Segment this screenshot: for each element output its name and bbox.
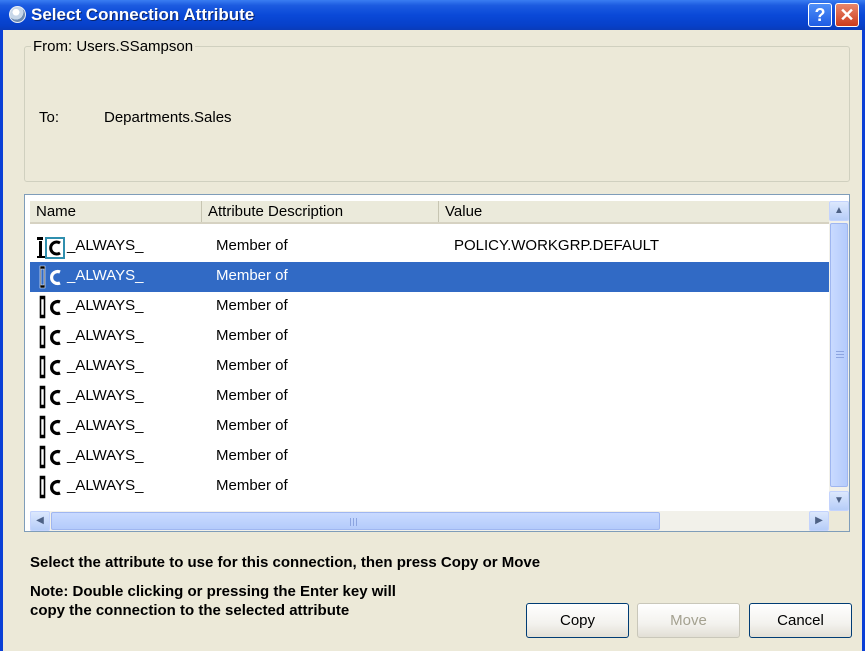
move-button[interactable]: Move bbox=[637, 603, 740, 638]
note-line: copy the connection to the selected attr… bbox=[30, 602, 350, 619]
scrollbar-corner bbox=[829, 511, 849, 531]
row-description: Member of bbox=[216, 477, 288, 494]
cancel-button[interactable]: Cancel bbox=[749, 603, 852, 638]
table-row[interactable]: _ALWAYS_ Member of bbox=[30, 262, 829, 292]
row-name: _ALWAYS_ bbox=[67, 387, 144, 404]
thumb-grip bbox=[836, 357, 844, 358]
thumb-grip bbox=[350, 518, 351, 526]
row-description: Member of bbox=[216, 387, 288, 404]
dialog-window: Select Connection Attribute ? ✕ From: Us… bbox=[0, 0, 865, 651]
table-row[interactable]: _ALWAYS_ Member of POLICY.WORKGRP.DEFAULT bbox=[30, 232, 829, 262]
row-name: _ALWAYS_ bbox=[67, 447, 144, 464]
table-row[interactable]: _ALWAYS_ Member of bbox=[30, 412, 829, 442]
title-bar[interactable]: Select Connection Attribute ? ✕ bbox=[0, 0, 865, 30]
table-row[interactable]: _ALWAYS_ Member of bbox=[30, 442, 829, 472]
scroll-right-button[interactable]: ▶ bbox=[809, 511, 829, 531]
attribute-connection-icon bbox=[36, 474, 66, 500]
scroll-left-button[interactable]: ◀ bbox=[30, 511, 50, 531]
scroll-down-button[interactable]: ▼ bbox=[829, 491, 849, 511]
table-row[interactable]: _ALWAYS_ Member of bbox=[30, 352, 829, 382]
to-value: Departments.Sales bbox=[104, 109, 232, 126]
attribute-connection-icon bbox=[36, 414, 66, 440]
row-description: Member of bbox=[216, 417, 288, 434]
row-name: _ALWAYS_ bbox=[67, 477, 144, 494]
row-name: _ALWAYS_ bbox=[67, 267, 144, 284]
table-row[interactable]: _ALWAYS_ Member of bbox=[30, 322, 829, 352]
row-description: Member of bbox=[216, 267, 288, 284]
table-row[interactable]: _ALWAYS_ Member of bbox=[30, 382, 829, 412]
row-name: _ALWAYS_ bbox=[67, 417, 144, 434]
row-name: _ALWAYS_ bbox=[67, 357, 144, 374]
from-value: Users.SSampson bbox=[76, 38, 194, 55]
to-label: To: bbox=[39, 109, 60, 126]
attribute-connection-icon bbox=[36, 444, 66, 470]
column-header-name[interactable]: Name bbox=[30, 201, 202, 222]
attribute-connection-icon bbox=[36, 264, 66, 290]
row-value: POLICY.WORKGRP.DEFAULT bbox=[454, 237, 660, 254]
row-description: Member of bbox=[216, 447, 288, 464]
row-name: _ALWAYS_ bbox=[67, 297, 144, 314]
attribute-connection-icon bbox=[36, 324, 66, 350]
instruction-text: Select the attribute to use for this con… bbox=[30, 554, 541, 571]
thumb-grip bbox=[353, 518, 354, 526]
column-header-value[interactable]: Value bbox=[439, 201, 829, 222]
table-row[interactable]: _ALWAYS_ Member of bbox=[30, 472, 829, 502]
from-line: From: Users.SSampson bbox=[31, 38, 196, 55]
app-globe-icon bbox=[9, 6, 26, 23]
row-description: Member of bbox=[216, 237, 288, 254]
thumb-grip bbox=[356, 518, 357, 526]
horizontal-scroll-thumb[interactable] bbox=[51, 512, 660, 530]
attribute-list[interactable]: Name Attribute Description Value _ALWAYS… bbox=[24, 194, 850, 532]
horizontal-scrollbar[interactable]: ◀ ▶ bbox=[30, 511, 829, 531]
row-name: _ALWAYS_ bbox=[67, 327, 144, 344]
attribute-link-icon bbox=[36, 234, 66, 260]
attribute-connection-icon bbox=[36, 384, 66, 410]
vertical-scroll-thumb[interactable] bbox=[830, 223, 848, 487]
thumb-grip bbox=[836, 351, 844, 352]
attribute-connection-icon bbox=[36, 294, 66, 320]
note-line: Note: Double clicking or pressing the En… bbox=[30, 583, 396, 600]
column-header-description[interactable]: Attribute Description bbox=[202, 201, 439, 222]
table-row[interactable]: _ALWAYS_ Member of bbox=[30, 292, 829, 322]
note-text: Note: Double clicking or pressing the En… bbox=[30, 582, 500, 620]
attribute-connection-icon bbox=[36, 354, 66, 380]
list-header: Name Attribute Description Value bbox=[30, 201, 829, 224]
thumb-grip bbox=[836, 354, 844, 355]
scroll-up-button[interactable]: ▲ bbox=[829, 201, 849, 221]
close-button[interactable]: ✕ bbox=[835, 3, 859, 27]
vertical-scrollbar[interactable]: ▲ ▼ bbox=[829, 201, 849, 511]
row-description: Member of bbox=[216, 357, 288, 374]
row-name: _ALWAYS_ bbox=[67, 237, 144, 254]
row-description: Member of bbox=[216, 297, 288, 314]
row-description: Member of bbox=[216, 327, 288, 344]
from-label: From: bbox=[33, 38, 73, 55]
copy-button[interactable]: Copy bbox=[526, 603, 629, 638]
help-button[interactable]: ? bbox=[808, 3, 832, 27]
window-title: Select Connection Attribute bbox=[31, 5, 255, 24]
